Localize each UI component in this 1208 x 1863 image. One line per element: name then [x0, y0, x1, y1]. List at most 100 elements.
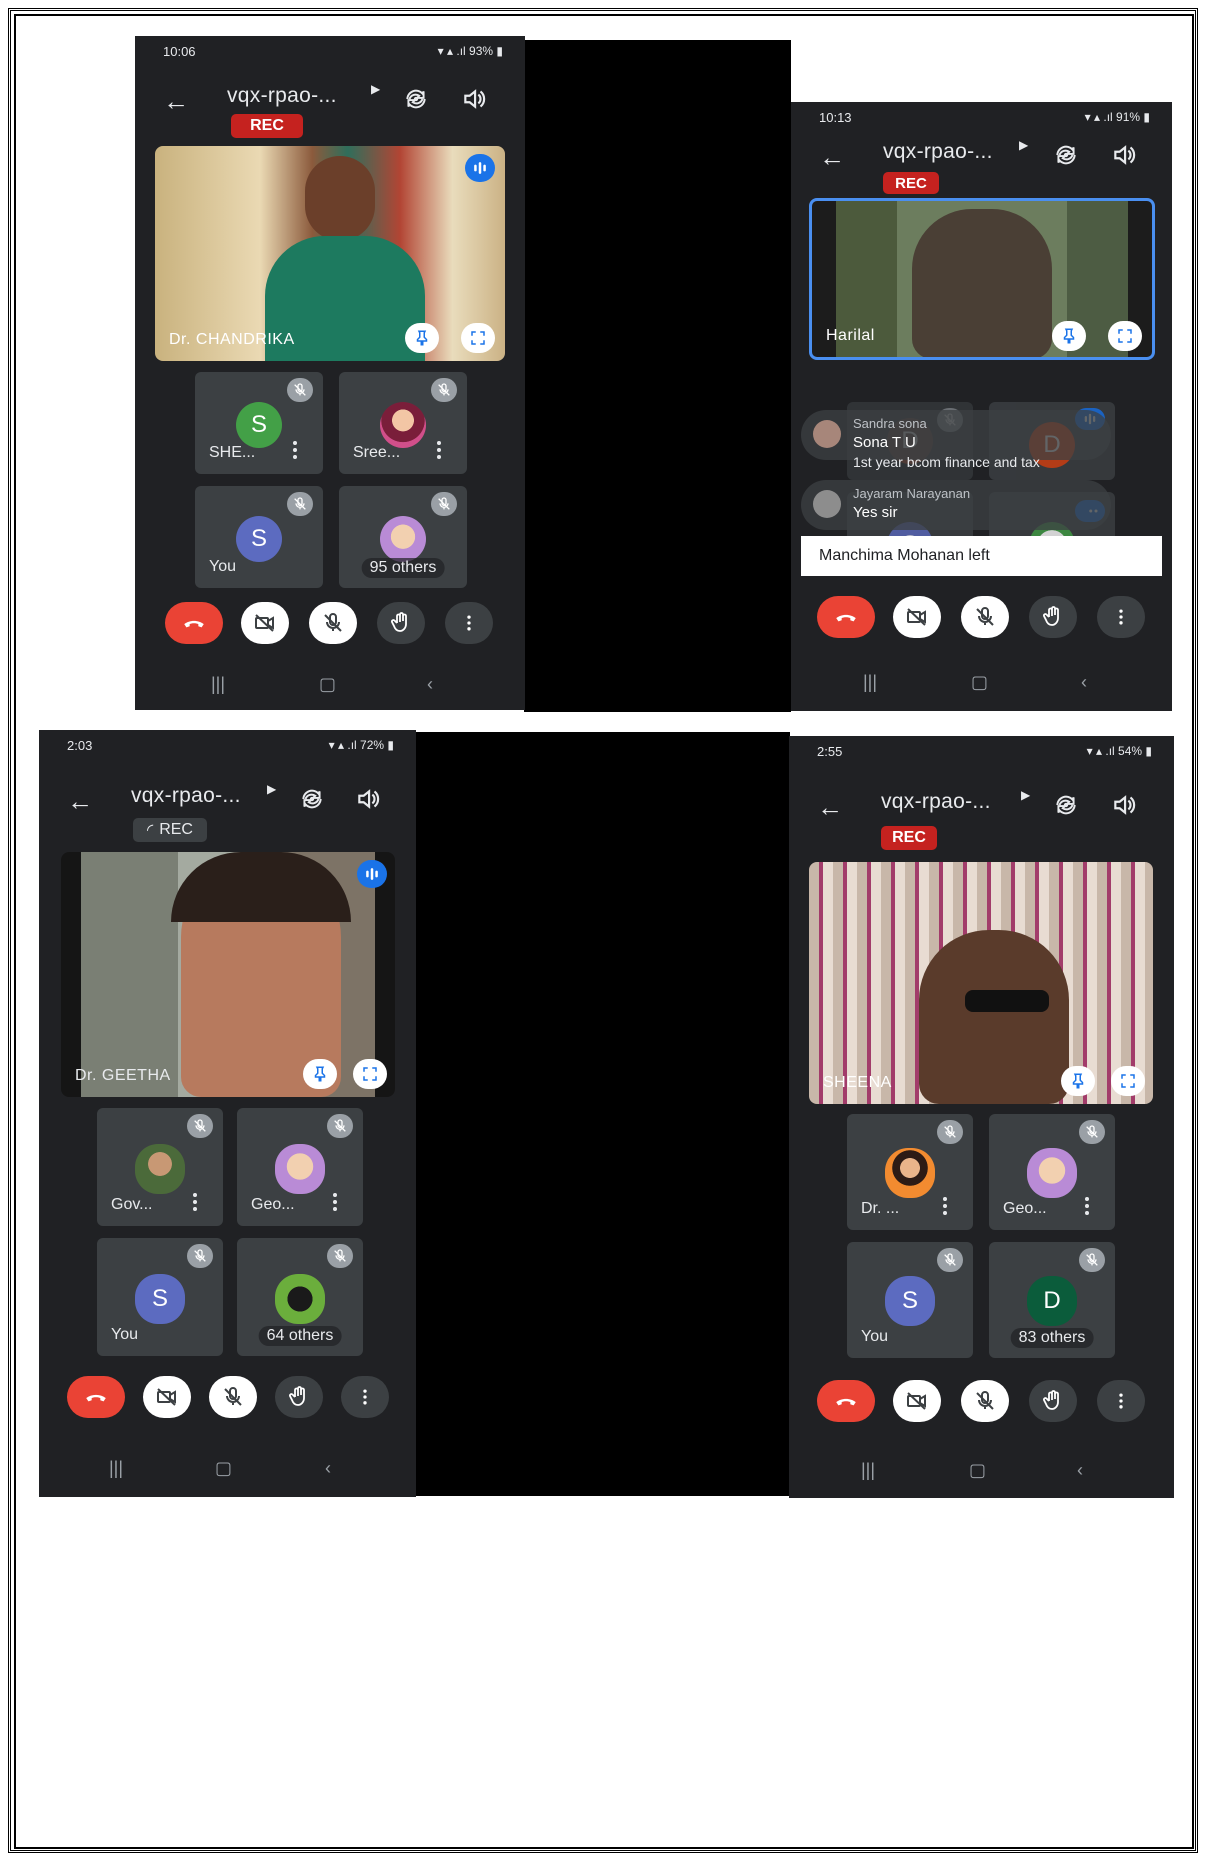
more-options-icon[interactable]	[293, 441, 297, 462]
nav-back-icon[interactable]: ‹	[427, 674, 433, 695]
more-options-icon[interactable]	[193, 1193, 197, 1214]
nav-back-icon[interactable]: ‹	[1081, 672, 1087, 693]
main-speaker-name: Dr. CHANDRIKA	[169, 331, 295, 348]
participant-name: You	[861, 1328, 888, 1345]
meeting-title[interactable]: vqx-rpao-...	[883, 140, 993, 164]
home-icon[interactable]: ▢	[971, 672, 988, 693]
others-tile[interactable]: 64 others	[237, 1238, 363, 1356]
participant-glasses	[965, 990, 1049, 1012]
raise-hand-button[interactable]	[377, 602, 425, 644]
switch-camera-icon[interactable]	[1053, 792, 1079, 818]
home-icon[interactable]: ▢	[319, 674, 336, 695]
participant-head	[305, 156, 375, 241]
self-tile[interactable]: S You	[97, 1238, 223, 1356]
more-options-button[interactable]	[1097, 1380, 1145, 1422]
participant-name: SHE...	[209, 444, 256, 461]
avatar: S	[236, 516, 282, 562]
more-options-icon[interactable]	[333, 1193, 337, 1214]
recents-icon[interactable]: |||	[863, 672, 877, 693]
mic-toggle-button[interactable]	[209, 1376, 257, 1418]
participant-tile[interactable]: Gov...	[97, 1108, 223, 1226]
recents-icon[interactable]: |||	[109, 1458, 123, 1479]
mic-off-icon	[287, 492, 313, 516]
participant-tile[interactable]: S SHE...	[195, 372, 323, 474]
main-video-tile[interactable]: Dr. CHANDRIKA	[155, 146, 505, 361]
home-icon[interactable]: ▢	[969, 1460, 986, 1481]
meeting-title[interactable]: vqx-rpao-...	[227, 84, 337, 108]
mic-toggle-button[interactable]	[309, 602, 357, 644]
main-video-tile[interactable]: SHEENA	[809, 862, 1153, 1104]
more-options-icon[interactable]	[1085, 1197, 1089, 1218]
meeting-title[interactable]: vqx-rpao-...	[881, 790, 991, 814]
participant-tile[interactable]: Geo...	[237, 1108, 363, 1226]
end-call-button[interactable]	[817, 596, 875, 638]
avatar: S	[236, 402, 282, 448]
camera-toggle-button[interactable]	[893, 1380, 941, 1422]
camera-toggle-button[interactable]	[893, 596, 941, 638]
pin-button[interactable]	[1052, 321, 1086, 351]
others-tile[interactable]: 95 others	[339, 486, 467, 588]
recents-icon[interactable]: |||	[211, 674, 225, 695]
fullscreen-button[interactable]	[461, 323, 495, 353]
raise-hand-button[interactable]	[275, 1376, 323, 1418]
status-indicators: ▾ ▴ .ıl 72% ▮	[328, 738, 394, 752]
more-options-icon[interactable]	[943, 1197, 947, 1218]
camera-toggle-button[interactable]	[241, 602, 289, 644]
participant-tile[interactable]: Sree...	[339, 372, 467, 474]
status-bar: 2:03 ▾ ▴ .ıl 72% ▮	[39, 730, 416, 760]
chat-bubble: Sandra sona Sona T U	[801, 410, 1111, 460]
speaker-icon[interactable]	[1111, 792, 1137, 818]
more-options-icon[interactable]	[437, 441, 441, 462]
more-options-button[interactable]	[445, 602, 493, 644]
end-call-button[interactable]	[67, 1376, 125, 1418]
pin-button[interactable]	[303, 1059, 337, 1089]
pin-button[interactable]	[1061, 1066, 1095, 1096]
fullscreen-button[interactable]	[1111, 1066, 1145, 1096]
battery-level: 93%	[469, 44, 494, 58]
switch-camera-icon[interactable]	[1053, 142, 1079, 168]
main-video-tile[interactable]: Harilal	[809, 198, 1155, 360]
mic-toggle-button[interactable]	[961, 596, 1009, 638]
back-arrow-icon[interactable]: ←	[67, 786, 93, 817]
switch-camera-icon[interactable]	[403, 86, 429, 112]
audio-level-icon	[465, 154, 495, 182]
camera-toggle-button[interactable]	[143, 1376, 191, 1418]
mic-toggle-button[interactable]	[961, 1380, 1009, 1422]
pin-button[interactable]	[405, 323, 439, 353]
phone-screen-4: 2:55 ▾ ▴ .ıl 54% ▮ ← vqx-rpao-... ▶ REC …	[789, 736, 1174, 1498]
fullscreen-button[interactable]	[1108, 321, 1142, 351]
nav-back-icon[interactable]: ‹	[1077, 1460, 1083, 1481]
speaker-icon[interactable]	[461, 86, 487, 112]
back-arrow-icon[interactable]: ←	[163, 86, 189, 117]
caret-right-icon: ▶	[267, 782, 277, 796]
speaker-icon[interactable]	[1111, 142, 1137, 168]
more-options-button[interactable]	[341, 1376, 389, 1418]
meeting-title[interactable]: vqx-rpao-...	[131, 784, 241, 808]
end-call-button[interactable]	[817, 1380, 875, 1422]
mic-off-icon	[937, 1120, 963, 1144]
mic-off-icon	[327, 1244, 353, 1268]
raise-hand-button[interactable]	[1029, 1380, 1077, 1422]
self-tile[interactable]: S You	[847, 1242, 973, 1358]
participant-tile[interactable]: Dr. ...	[847, 1114, 973, 1230]
home-icon[interactable]: ▢	[215, 1458, 232, 1479]
switch-camera-icon[interactable]	[299, 786, 325, 812]
others-tile[interactable]: D 83 others	[989, 1242, 1115, 1358]
raise-hand-button[interactable]	[1029, 596, 1077, 638]
end-call-button[interactable]	[165, 602, 223, 644]
chat-avatar	[813, 420, 841, 448]
participant-face	[919, 930, 1069, 1104]
more-options-button[interactable]	[1097, 596, 1145, 638]
participant-tile[interactable]: Geo...	[989, 1114, 1115, 1230]
back-arrow-icon[interactable]: ←	[817, 792, 843, 823]
self-tile[interactable]: S You	[195, 486, 323, 588]
fullscreen-button[interactable]	[353, 1059, 387, 1089]
nav-back-icon[interactable]: ‹	[325, 1458, 331, 1479]
battery-level: 72%	[360, 738, 385, 752]
speaker-icon[interactable]	[355, 786, 381, 812]
mic-off-icon	[937, 1248, 963, 1272]
back-arrow-icon[interactable]: ←	[819, 142, 845, 173]
recents-icon[interactable]: |||	[861, 1460, 875, 1481]
mic-off-icon	[431, 378, 457, 402]
main-video-tile[interactable]: Dr. GEETHA	[61, 852, 395, 1097]
